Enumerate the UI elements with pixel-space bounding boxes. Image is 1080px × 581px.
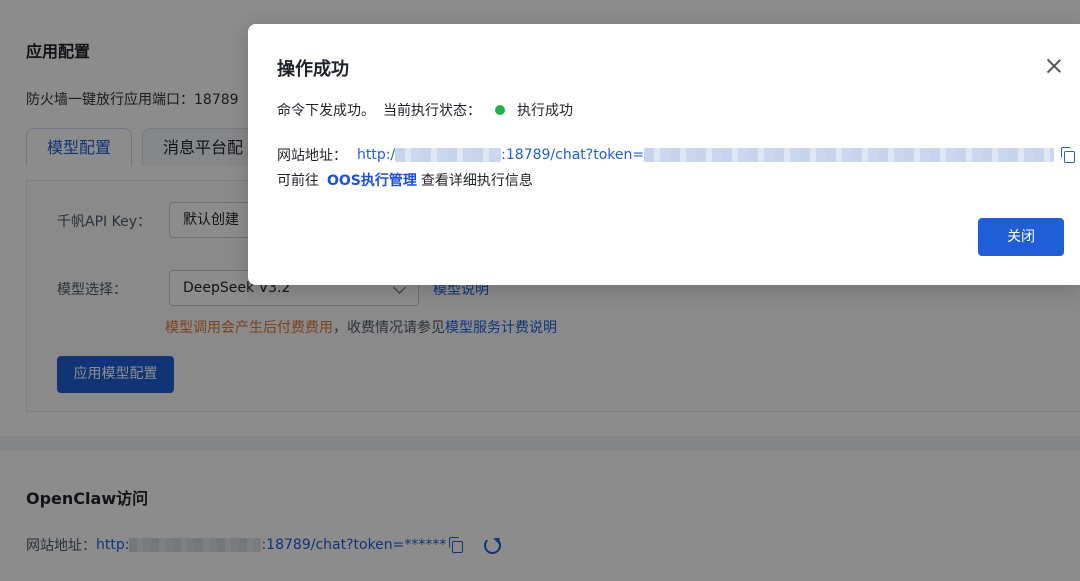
- success-dialog: 操作成功 命令下发成功。 当前执行状态： 执行成功 网站地址： http:/ :…: [248, 24, 1080, 285]
- goto-prefix: 可前往: [277, 173, 319, 189]
- url-middle[interactable]: :18789/chat?token=: [501, 147, 644, 163]
- status-line: 命令下发成功。 当前执行状态： 执行成功: [277, 100, 573, 120]
- close-icon[interactable]: [1046, 58, 1062, 74]
- url-line: 网站地址： http:/ :18789/chat?token=: [277, 145, 1076, 165]
- status-dot-icon: [495, 105, 505, 115]
- status-value: 执行成功: [517, 103, 573, 119]
- oos-link[interactable]: OOS执行管理: [327, 170, 417, 190]
- command-text: 命令下发成功。: [277, 103, 375, 119]
- redacted-token: [644, 148, 1055, 162]
- redacted-host: [395, 148, 502, 162]
- url-label: 网站地址：: [277, 148, 347, 164]
- goto-line: 可前往 OOS执行管理 查看详细执行信息: [277, 170, 533, 190]
- url-prefix[interactable]: http:/: [357, 147, 395, 163]
- copy-icon[interactable]: [1060, 147, 1076, 163]
- status-label: 当前执行状态：: [383, 103, 481, 119]
- close-button[interactable]: 关闭: [978, 218, 1064, 256]
- goto-suffix: 查看详细执行信息: [420, 173, 533, 189]
- dialog-title: 操作成功: [277, 59, 349, 80]
